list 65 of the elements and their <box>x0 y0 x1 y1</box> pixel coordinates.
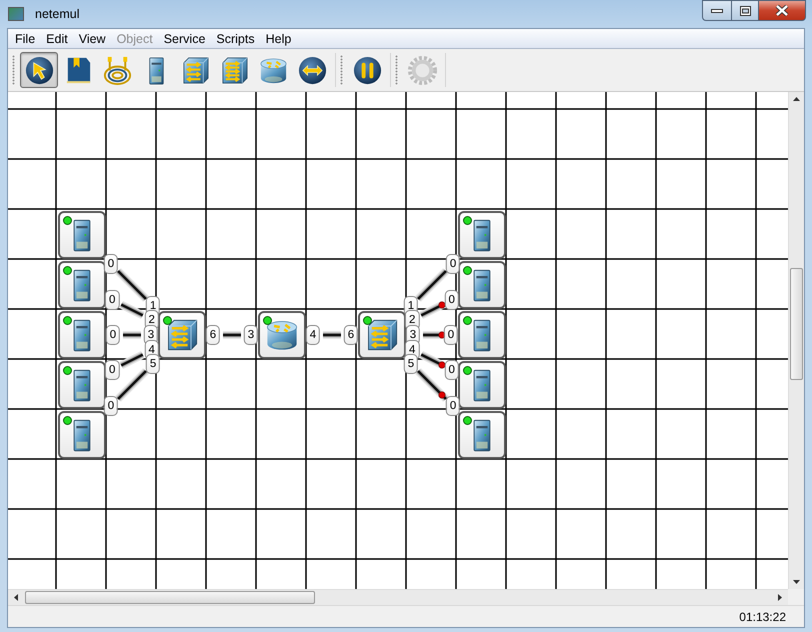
close-button[interactable] <box>758 0 806 21</box>
menu-item[interactable]: Service <box>158 30 210 46</box>
cable-link[interactable] <box>419 351 446 369</box>
vertical-scrollbar[interactable] <box>788 92 804 589</box>
router-node[interactable] <box>258 311 306 359</box>
horizontal-scrollbar[interactable] <box>8 589 788 605</box>
port-label: 0 <box>444 290 459 310</box>
host-node[interactable] <box>458 361 506 409</box>
clock-text: 01:13:22 <box>739 610 786 624</box>
switch-node[interactable] <box>358 311 406 359</box>
port-label: 0 <box>104 396 118 416</box>
port-label: 5 <box>404 354 418 374</box>
down-arrow-icon[interactable] <box>793 580 800 585</box>
host-node[interactable] <box>58 311 106 359</box>
host-node[interactable] <box>58 211 106 259</box>
port-label: 0 <box>446 396 460 416</box>
cable-link[interactable] <box>423 331 446 339</box>
host-node[interactable] <box>58 411 106 459</box>
app-icon <box>8 7 24 21</box>
minimize-button[interactable] <box>702 0 731 21</box>
right-arrow-icon[interactable] <box>778 594 783 601</box>
menu-item[interactable]: File <box>9 30 40 46</box>
port-label: 0 <box>105 290 120 310</box>
cable-link[interactable] <box>419 301 446 319</box>
maximize-button[interactable] <box>731 0 758 21</box>
port-label: 4 <box>306 325 320 345</box>
switch-node[interactable] <box>158 311 206 359</box>
port-label: 0 <box>444 325 458 345</box>
up-arrow-icon[interactable] <box>793 96 800 101</box>
menu-item[interactable]: View <box>72 30 111 46</box>
port-label: 6 <box>206 325 220 345</box>
pause-icon <box>352 54 382 86</box>
host-node[interactable] <box>458 411 506 459</box>
host-node[interactable] <box>458 261 506 309</box>
minimize-icon <box>711 8 723 14</box>
menu-item[interactable]: Help <box>260 30 296 46</box>
port-label: 0 <box>104 254 118 274</box>
gear-icon <box>406 54 438 86</box>
port-label: 6 <box>344 325 358 345</box>
menu-item[interactable]: Edit <box>40 30 73 46</box>
port-label: 0 <box>444 360 459 380</box>
scrollbar-thumb[interactable] <box>790 268 803 380</box>
scrollbar-thumb[interactable] <box>25 591 315 604</box>
host-node[interactable] <box>458 211 506 259</box>
menu-item[interactable]: Scripts <box>210 30 260 46</box>
host-node[interactable] <box>58 261 106 309</box>
cable-link[interactable] <box>223 331 241 339</box>
port-label: 0 <box>446 254 460 274</box>
cable-link[interactable] <box>119 351 145 369</box>
cable-link[interactable] <box>323 331 341 339</box>
left-arrow-icon[interactable] <box>13 594 18 601</box>
window-title: netemul <box>35 7 80 21</box>
pointer-tool-button[interactable] <box>20 52 58 88</box>
port-label: 0 <box>106 325 120 345</box>
cable-icon <box>102 54 132 86</box>
maximize-icon <box>740 6 750 16</box>
port-label: 0 <box>105 360 120 380</box>
host-node[interactable] <box>458 311 506 359</box>
close-icon <box>775 5 789 16</box>
cable-link[interactable] <box>123 331 141 339</box>
host-node[interactable] <box>58 361 106 409</box>
port-label: 3 <box>244 325 258 345</box>
cursor-icon <box>24 54 54 86</box>
port-label: 5 <box>146 354 160 374</box>
cable-link[interactable] <box>119 301 145 319</box>
